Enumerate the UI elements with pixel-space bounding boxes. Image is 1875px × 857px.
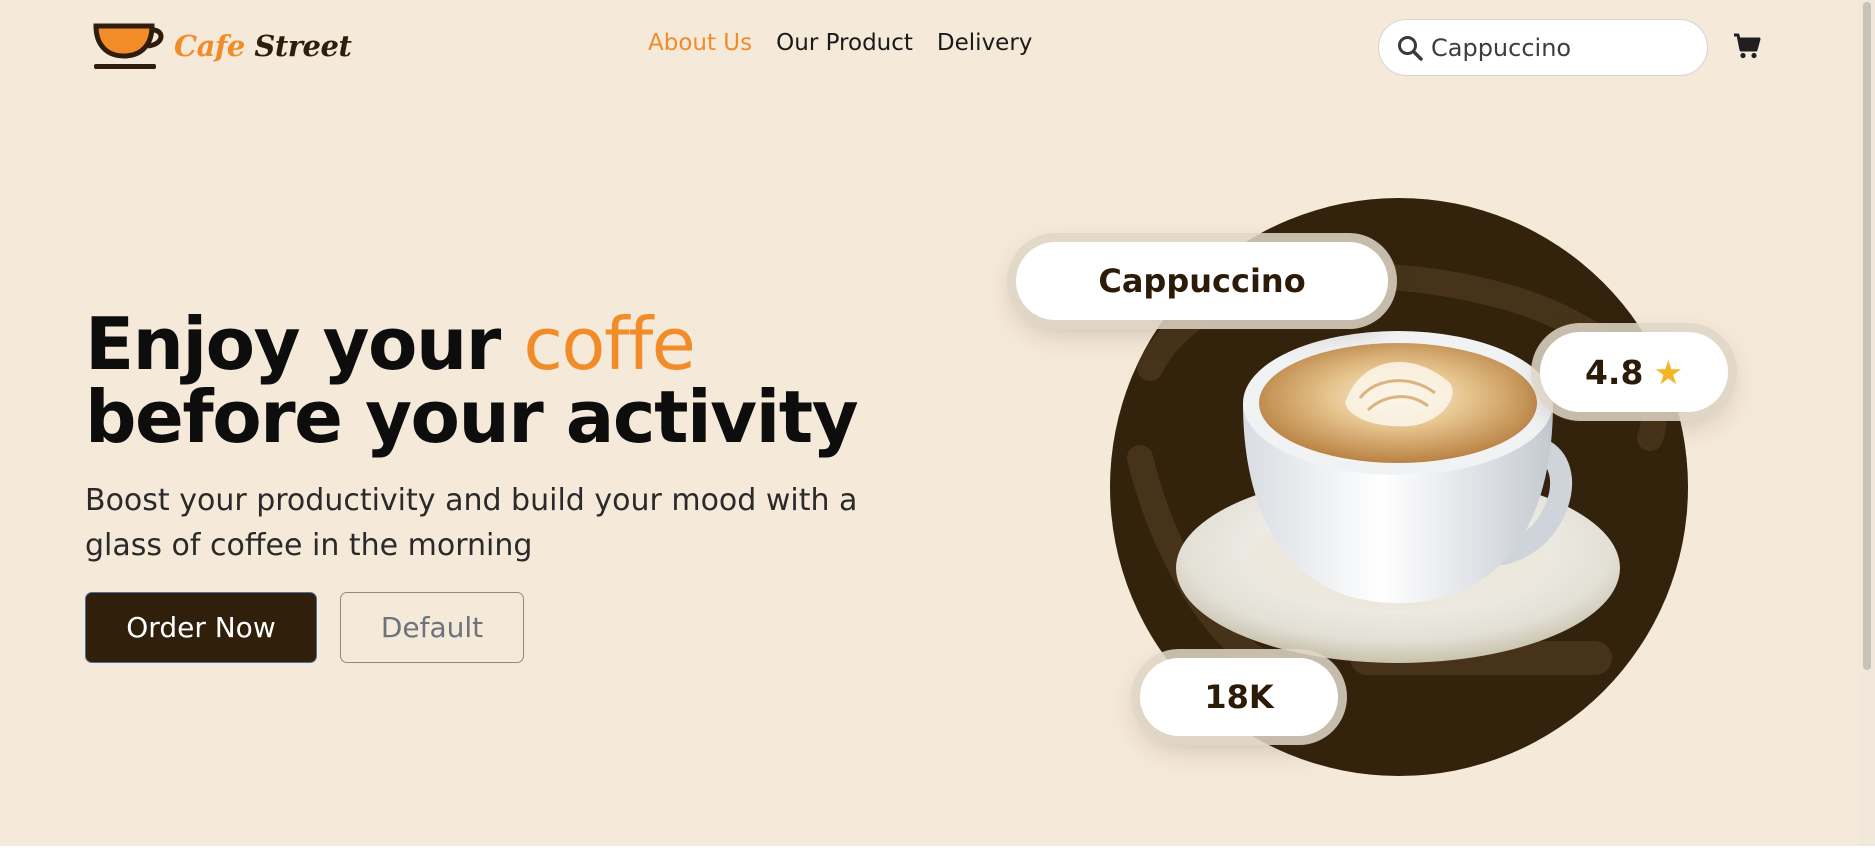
nav-link-about-us[interactable]: About Us [648,30,752,56]
cart-icon [1734,33,1761,59]
main-nav: About Us Our Product Delivery [648,30,1056,56]
sales-count: 18K [1204,678,1274,716]
logo-word-street: Street [254,29,352,63]
brand-logo[interactable]: Cafe Street [92,22,352,70]
star-icon: ★ [1653,352,1684,392]
product-name: Cappuccino [1098,262,1306,300]
coffee-cup-logo-icon [93,23,164,69]
page-scrollbar[interactable] [1859,0,1875,846]
search-box [1378,19,1708,76]
nav-link-delivery[interactable]: Delivery [937,30,1032,56]
search-input[interactable] [1431,33,1691,62]
headline-accent: coffe [523,302,696,386]
headline-part-2: before your activity [85,375,859,459]
logo-text: Cafe Street [174,29,352,63]
scrollbar-thumb[interactable] [1863,2,1871,670]
rating-value: 4.8 [1584,352,1644,392]
rating-badge: 4.8 ★ [1540,332,1728,412]
cart-button[interactable] [1733,33,1761,63]
headline-part-1: Enjoy your [85,302,524,386]
sales-count-badge: 18K [1140,658,1338,736]
search-icon [1398,35,1423,61]
nav-link-our-product[interactable]: Our Product [776,30,913,56]
hero-headline: Enjoy your coffe before your activity [85,308,859,454]
page-bottom-edge [0,846,1875,857]
product-name-badge: Cappuccino [1016,242,1388,320]
logo-word-cafe: Cafe [174,29,245,63]
default-button[interactable]: Default [340,592,524,663]
hero-subtitle: Boost your productivity and build your m… [85,483,858,563]
order-now-button[interactable]: Order Now [85,592,317,663]
